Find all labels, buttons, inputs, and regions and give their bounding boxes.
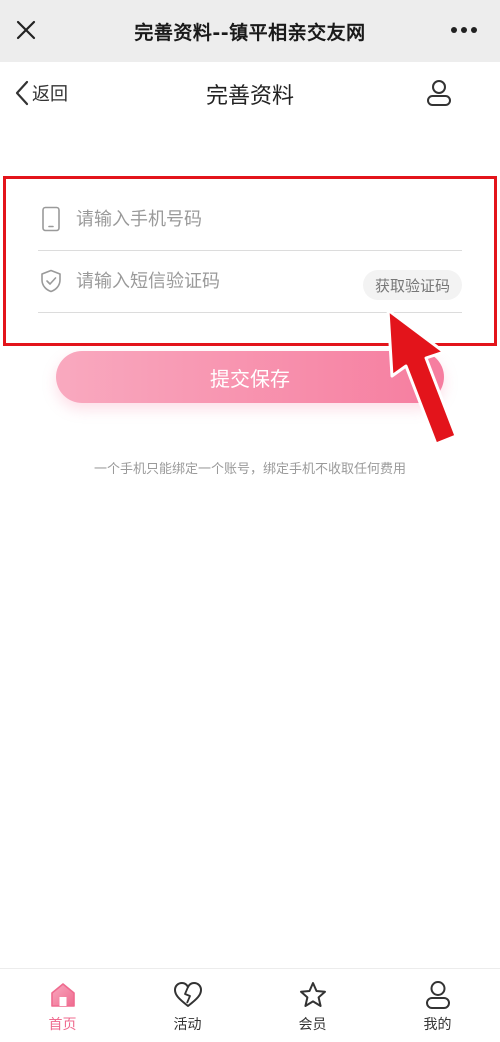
home-icon (47, 979, 79, 1011)
tab-label: 会员 (298, 1017, 327, 1033)
webview-title: 完善资料--镇平相亲交友网 (134, 21, 366, 44)
user-icon (422, 979, 454, 1011)
phone-row (38, 188, 462, 251)
phone-input[interactable] (76, 208, 462, 230)
get-code-button[interactable]: 获取验证码 (362, 270, 462, 300)
binding-note: 一个手机只能绑定一个账号，绑定手机不收取任何费用 (93, 462, 406, 477)
tab-label: 首页 (48, 1017, 77, 1033)
user-button[interactable] (422, 76, 456, 110)
tab-member[interactable]: 会员 (250, 969, 375, 1042)
shield-check-icon (38, 268, 64, 294)
close-icon (16, 20, 36, 40)
more-button[interactable] (446, 18, 482, 42)
close-button[interactable] (10, 14, 42, 46)
page-header: 返回 完善资料 (0, 62, 500, 124)
tab-mine[interactable]: 我的 (375, 969, 500, 1042)
bottom-tabbar: 首页 活动 会员 我的 (0, 968, 500, 1042)
heart-icon (172, 979, 204, 1011)
arrow-up-icon (386, 308, 458, 446)
user-icon (427, 80, 451, 106)
webview-topbar: 完善资料--镇平相亲交友网 (0, 0, 500, 62)
tab-activity[interactable]: 活动 (125, 969, 250, 1042)
tab-label: 我的 (423, 1017, 452, 1033)
phone-icon (38, 206, 64, 232)
star-icon (297, 979, 329, 1011)
more-icon (451, 27, 477, 33)
tab-home[interactable]: 首页 (0, 969, 125, 1042)
tab-label: 活动 (173, 1017, 202, 1033)
